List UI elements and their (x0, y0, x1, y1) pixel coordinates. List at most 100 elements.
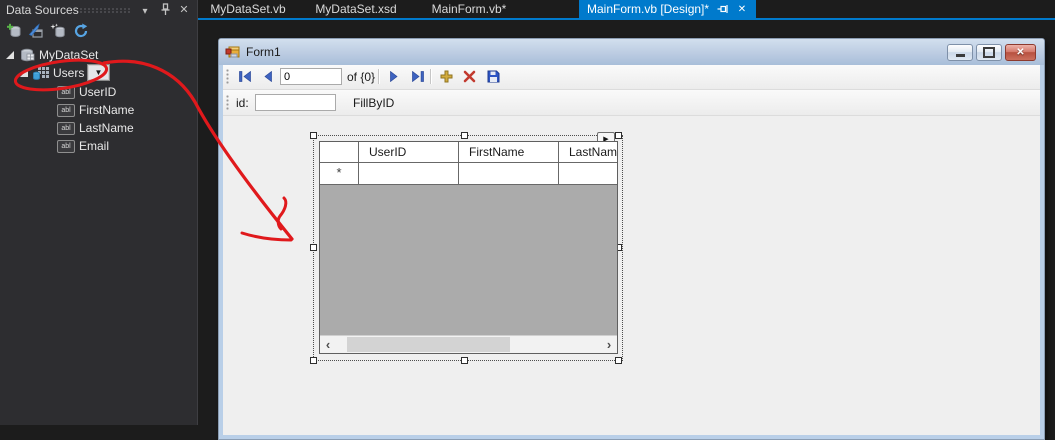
id-input[interactable] (255, 94, 336, 111)
scroll-left-icon[interactable]: ‹ (320, 336, 336, 353)
tree-label: Users (53, 66, 85, 80)
tab-label: MainForm.vb [Design]* (587, 2, 710, 16)
tree-item-lastname[interactable]: abl LastName (57, 119, 134, 137)
configure-wizard-button[interactable] (27, 22, 45, 40)
form-title: Form1 (246, 45, 281, 59)
scrollbar-thumb[interactable] (347, 337, 510, 352)
move-next-icon (389, 71, 398, 82)
tab-mainform-designer[interactable]: MainForm.vb [Design]* ✕ (579, 0, 756, 18)
fillbyid-button[interactable]: FillByID (353, 93, 394, 112)
save-button[interactable] (483, 67, 503, 86)
column-header-firstname[interactable]: FirstName (459, 142, 559, 163)
tree-item-mydataset[interactable]: MyDataSet (6, 46, 98, 64)
move-last-button[interactable] (407, 67, 427, 86)
grid-cell[interactable] (459, 163, 559, 185)
form-icon (225, 46, 240, 58)
panel-title: Data Sources (6, 3, 79, 17)
move-first-button[interactable] (235, 67, 255, 86)
add-new-icon (440, 70, 452, 83)
move-previous-button[interactable] (257, 67, 277, 86)
tree-label: MyDataSet (39, 48, 99, 62)
dataset-icon (21, 48, 35, 62)
tree-item-email[interactable]: abl Email (57, 137, 109, 155)
add-new-button[interactable] (436, 67, 456, 86)
tree-item-users[interactable]: Users (20, 64, 84, 82)
selection-handle[interactable] (310, 244, 317, 251)
panel-drag-texture (80, 8, 132, 14)
tab-mainform-vb[interactable]: MainForm.vb* (414, 0, 524, 18)
minimize-button[interactable] (947, 43, 973, 61)
close-form-icon: ✕ (1016, 46, 1025, 58)
move-first-icon (238, 71, 251, 82)
grid-cell[interactable] (359, 163, 459, 185)
data-sources-panel: Data Sources ▾ ✕ MyDataSet Users ▼ abl U… (0, 0, 198, 425)
refresh-icon (74, 23, 88, 38)
toolstrip-separator (378, 69, 379, 84)
selection-handle[interactable] (615, 132, 622, 139)
window-controls: ✕ (947, 43, 1036, 61)
window-position-chevron-icon[interactable]: ▾ (138, 4, 152, 18)
users-dropdown-button[interactable]: ▼ (87, 64, 110, 81)
move-next-button[interactable] (384, 67, 404, 86)
expand-arrow-icon (6, 51, 14, 59)
pin-icon[interactable] (158, 2, 172, 16)
selection-handle[interactable] (310, 357, 317, 364)
form-titlebar[interactable]: Form1 ✕ (219, 39, 1044, 65)
edit-dataset-button[interactable] (49, 22, 67, 40)
id-label: id: (236, 96, 249, 110)
count-label: of {0} (347, 70, 376, 84)
form-client-area: ▶ UserID FirstName LastName * (223, 116, 1040, 435)
grid-hscrollbar: ‹ › (320, 335, 617, 353)
tree-label: Email (79, 139, 110, 153)
expand-arrow-icon (20, 69, 28, 77)
close-icon[interactable]: ✕ (177, 2, 191, 16)
maximize-button[interactable] (976, 43, 1002, 61)
close-tab-icon[interactable]: ✕ (736, 4, 748, 15)
add-data-source-button[interactable] (5, 22, 23, 40)
textbox-field-icon: abl (57, 85, 75, 99)
tree-item-firstname[interactable]: abl FirstName (57, 101, 134, 119)
tree-label: UserID (79, 85, 117, 99)
textbox-field-icon: abl (57, 103, 75, 117)
selection-handle[interactable] (615, 357, 622, 364)
position-input[interactable] (280, 68, 342, 85)
users-datagrid[interactable]: UserID FirstName LastName * ‹ (319, 141, 618, 354)
fillby-toolbar: id: FillByID (223, 90, 1040, 116)
scroll-right-icon[interactable]: › (601, 336, 617, 353)
selection-handle[interactable] (310, 132, 317, 139)
tree-item-userid[interactable]: abl UserID (57, 83, 116, 101)
tree-label: LastName (79, 121, 134, 135)
binding-navigator: of {0} (223, 65, 1040, 90)
panel-toolbar (0, 22, 197, 42)
form-body: of {0} (223, 65, 1040, 435)
selection-handle[interactable] (461, 357, 468, 364)
refresh-button[interactable] (72, 22, 90, 40)
edit-dataset-icon (50, 23, 65, 38)
delete-icon (463, 70, 475, 83)
toolstrip-grip[interactable] (226, 95, 229, 110)
configure-wizard-icon (28, 23, 43, 38)
column-header-userid[interactable]: UserID (359, 142, 459, 163)
delete-button[interactable] (459, 67, 479, 86)
column-header-lastname[interactable]: LastName (559, 142, 617, 163)
toolstrip-grip[interactable] (226, 69, 229, 84)
table-icon (33, 67, 49, 80)
tab-mydataset-xsd[interactable]: MyDataSet.xsd (298, 0, 414, 18)
add-data-source-icon (7, 23, 21, 38)
grid-corner-cell[interactable] (320, 142, 359, 163)
form1-window: Form1 ✕ of {0} (218, 38, 1045, 440)
pin-tab-icon[interactable] (717, 4, 729, 15)
grid-cell[interactable] (559, 163, 617, 185)
tree-label: FirstName (79, 103, 135, 117)
tab-mydataset-vb[interactable]: MyDataSet.vb (198, 0, 298, 18)
move-last-icon (411, 71, 424, 82)
save-icon (487, 70, 499, 83)
close-form-button[interactable]: ✕ (1005, 43, 1036, 61)
move-previous-icon (263, 71, 272, 82)
panel-header: Data Sources ▾ ✕ (0, 0, 197, 20)
textbox-field-icon: abl (57, 139, 75, 153)
toolstrip-separator (430, 69, 431, 84)
minimize-icon (955, 53, 965, 57)
grid-new-row[interactable]: * (320, 163, 617, 185)
selection-handle[interactable] (461, 132, 468, 139)
